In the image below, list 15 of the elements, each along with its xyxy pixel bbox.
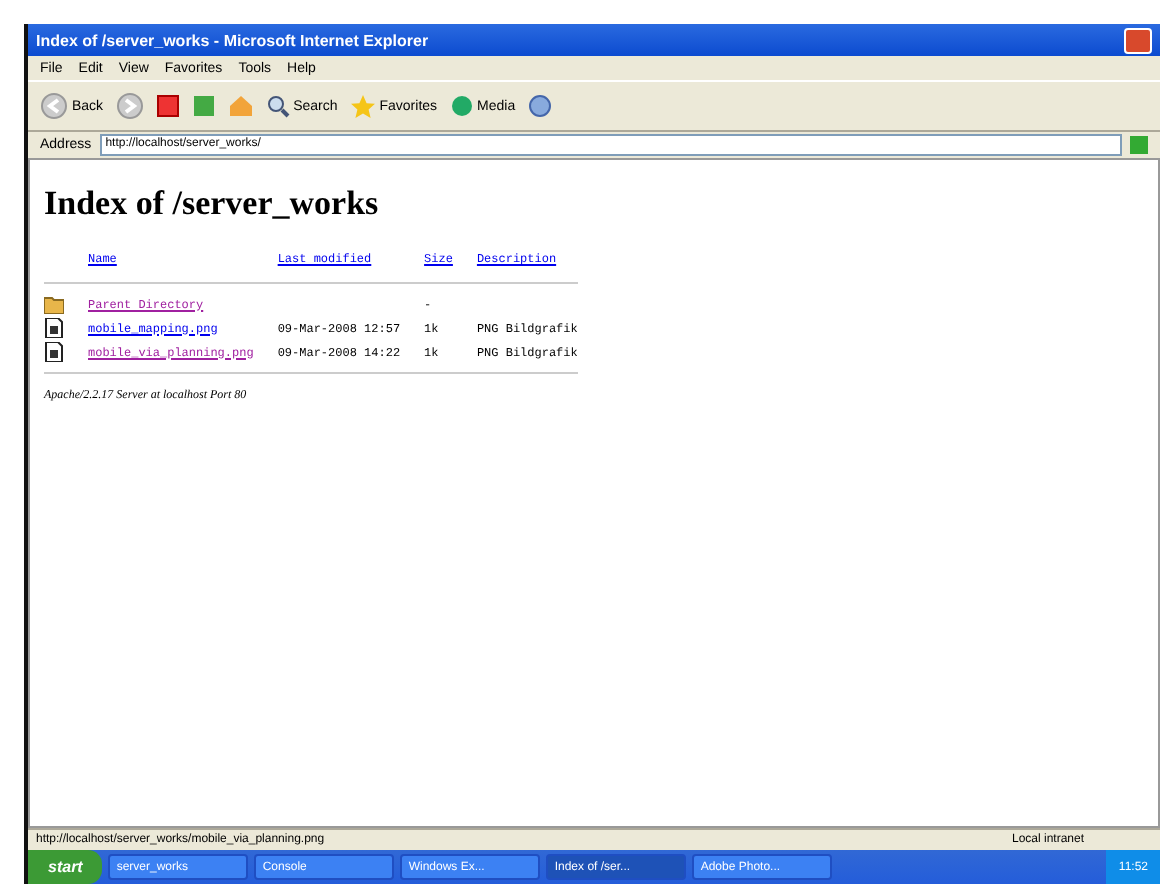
forward-icon: [115, 92, 144, 120]
close-button[interactable]: [1124, 27, 1152, 53]
back-icon: [40, 92, 68, 120]
star-icon: [349, 93, 376, 119]
page-heading: Index of /server_works: [44, 184, 381, 224]
search-icon: [265, 94, 290, 118]
stop-icon: [155, 94, 180, 118]
toolbar-button[interactable]: [155, 94, 180, 118]
start-button[interactable]: start: [28, 850, 103, 884]
file-icon: [44, 342, 64, 362]
home-icon: [227, 94, 254, 118]
window-title: Index of /server_works - Microsoft Internet Explorer: [36, 31, 429, 49]
folder-icon: [44, 294, 64, 314]
toolbar-button[interactable]: [115, 92, 144, 120]
file-icon: [44, 318, 64, 338]
